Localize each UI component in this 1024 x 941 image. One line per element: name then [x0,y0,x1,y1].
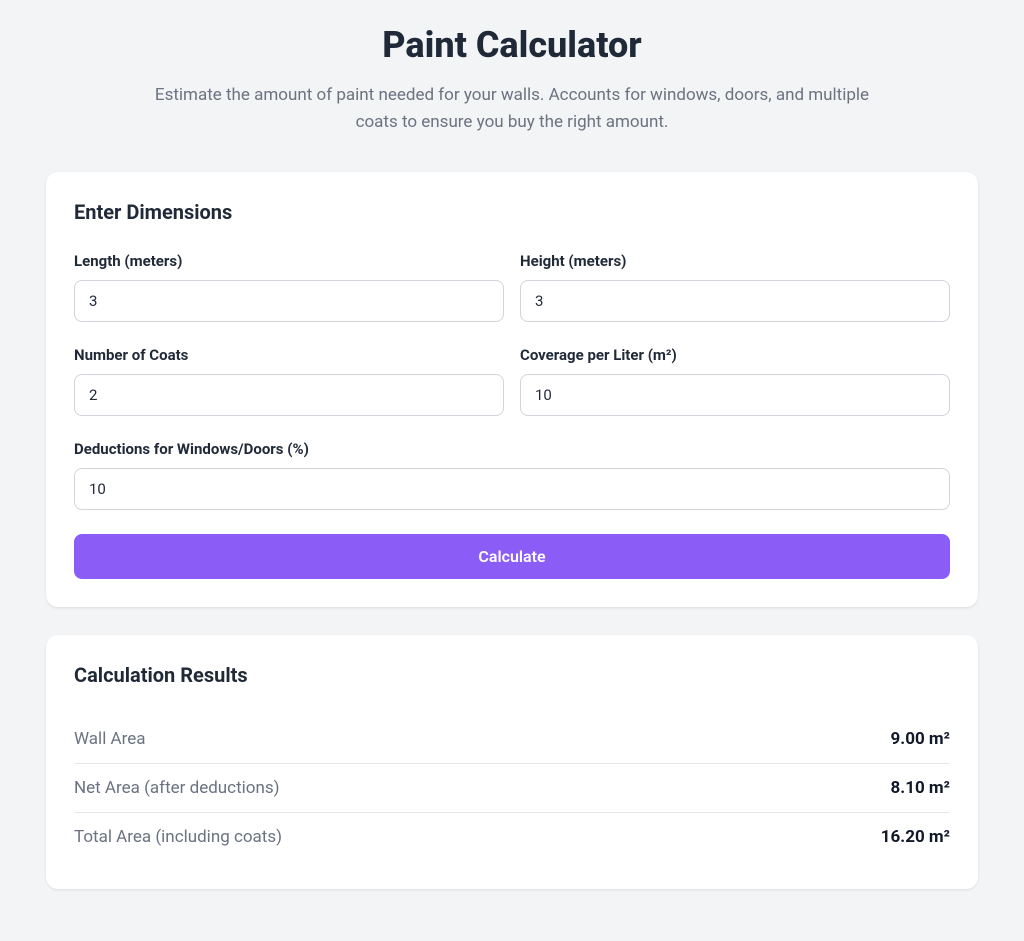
result-label: Wall Area [74,729,146,749]
result-label: Total Area (including coats) [74,827,282,847]
coverage-label: Coverage per Liter (m²) [520,346,950,364]
coverage-group: Coverage per Liter (m²) [520,346,950,416]
length-group: Length (meters) [74,252,504,322]
result-row-net-area: Net Area (after deductions) 8.10 m² [74,764,950,813]
coats-field[interactable] [74,374,504,416]
height-label: Height (meters) [520,252,950,270]
deductions-label: Deductions for Windows/Doors (%) [74,440,950,458]
coats-group: Number of Coats [74,346,504,416]
length-field[interactable] [74,280,504,322]
coverage-field[interactable] [520,374,950,416]
result-value: 8.10 m² [891,778,950,798]
deductions-group: Deductions for Windows/Doors (%) [74,440,950,510]
calculate-button[interactable]: Calculate [74,534,950,579]
height-field[interactable] [520,280,950,322]
coats-label: Number of Coats [74,346,504,364]
result-value: 16.20 m² [881,827,950,847]
results-section-title: Calculation Results [74,663,950,687]
result-value: 9.00 m² [891,729,950,749]
page-title: Paint Calculator [46,24,978,66]
page-subtitle: Estimate the amount of paint needed for … [152,82,872,136]
results-card: Calculation Results Wall Area 9.00 m² Ne… [46,635,978,889]
deductions-field[interactable] [74,468,950,510]
result-row-total-area: Total Area (including coats) 16.20 m² [74,813,950,861]
dimensions-section-title: Enter Dimensions [74,200,950,224]
height-group: Height (meters) [520,252,950,322]
dimensions-card: Enter Dimensions Length (meters) Height … [46,172,978,607]
length-label: Length (meters) [74,252,504,270]
result-label: Net Area (after deductions) [74,778,280,798]
result-row-wall-area: Wall Area 9.00 m² [74,715,950,764]
form-grid: Length (meters) Height (meters) Number o… [74,252,950,510]
